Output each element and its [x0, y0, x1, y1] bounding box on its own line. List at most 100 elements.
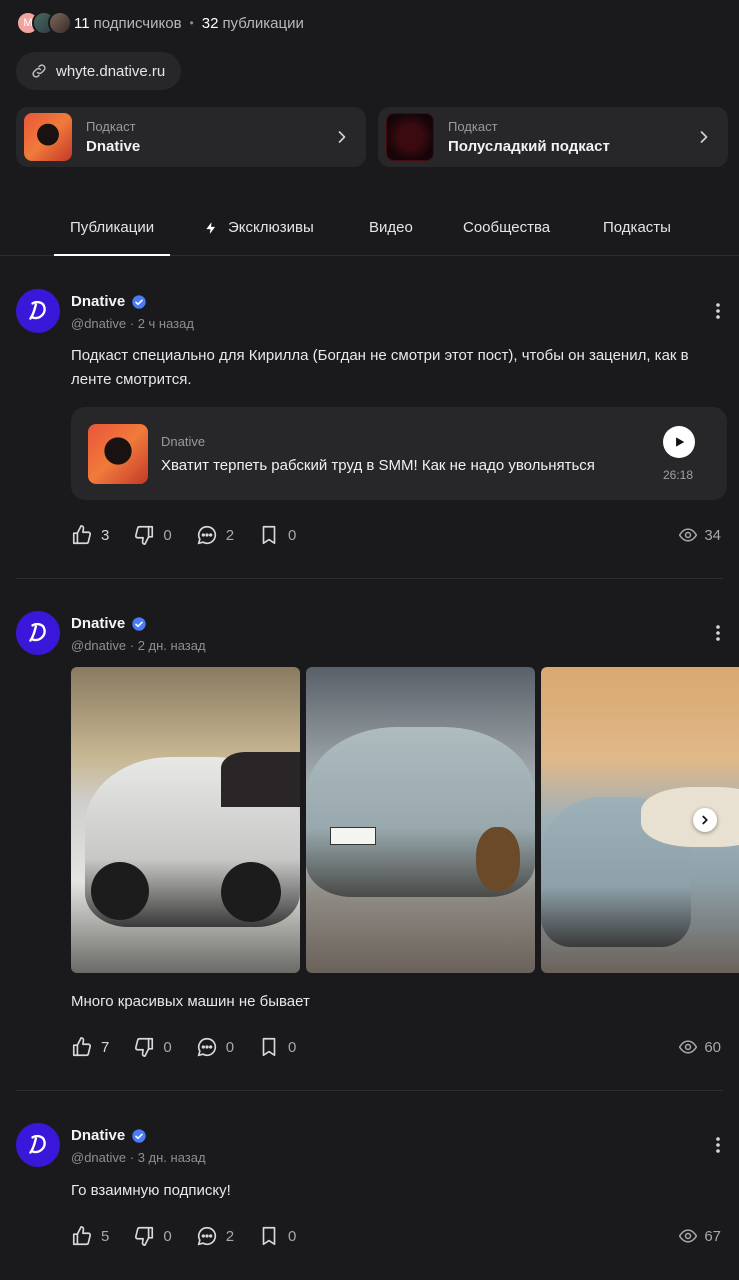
dislike-count: 0	[163, 1038, 172, 1056]
post-text: Подкаст специально для Кирилла (Богдан н…	[71, 347, 689, 388]
bookmark-count: 0	[288, 1227, 297, 1245]
eye-icon	[679, 1040, 698, 1054]
post-meta: @dnative · 3 дн. назад	[71, 1150, 206, 1165]
comment-icon	[197, 525, 216, 545]
post-author-name: Dnative	[71, 293, 126, 310]
post-author[interactable]: Dnative	[71, 293, 147, 310]
thumbs-down-icon	[135, 1226, 154, 1246]
post-author[interactable]: Dnative	[71, 1127, 147, 1144]
chevron-right-icon	[700, 131, 708, 143]
podcast-title: Полусладкий подкаст	[448, 138, 610, 155]
bookmark-button[interactable]: 0	[258, 1225, 296, 1247]
comment-button[interactable]: 2	[196, 1225, 234, 1247]
chevron-right-icon	[702, 815, 708, 825]
avatar[interactable]	[16, 611, 60, 655]
podcast-episode-card[interactable]: Dnative Хватит терпеть рабский труд в SM…	[71, 407, 727, 500]
dnative-logo-icon	[29, 622, 46, 642]
more-options-icon[interactable]	[715, 623, 721, 643]
post-time: 2 дн. назад	[137, 638, 206, 653]
gallery-next-button[interactable]	[693, 808, 717, 832]
thumbs-up-icon	[72, 525, 92, 545]
comment-icon	[197, 1037, 216, 1057]
post-actions: 3 0 2 0 34	[71, 523, 721, 547]
comment-count: 0	[225, 1038, 235, 1056]
avatar[interactable]	[16, 289, 60, 333]
link-icon	[32, 64, 46, 78]
tab-podcasts[interactable]: Подкасты	[603, 206, 671, 256]
followers-label[interactable]: подписчиков	[94, 15, 182, 32]
view-count: 34	[678, 525, 721, 545]
tab-publications[interactable]: Публикации	[53, 206, 171, 256]
gallery-image[interactable]	[306, 667, 535, 973]
posts-count: 32	[201, 14, 219, 32]
view-count-value: 60	[704, 1038, 721, 1056]
followers-count[interactable]: 11	[74, 15, 90, 32]
more-options-icon[interactable]	[715, 1135, 721, 1155]
post-actions: 5 0 2 0 67	[71, 1224, 721, 1248]
thumbs-down-icon	[135, 525, 154, 545]
podcast-card-polusladkiy[interactable]: Подкаст Полусладкий подкаст	[378, 107, 728, 167]
verified-icon	[132, 616, 146, 631]
bookmark-icon	[262, 525, 276, 545]
like-count: 3	[101, 526, 110, 544]
episode-title: Хватит терпеть рабский труд в SMM! Как н…	[161, 457, 595, 474]
posts-label: публикации	[222, 14, 304, 32]
play-icon	[676, 437, 685, 447]
bookmark-icon	[262, 1037, 276, 1057]
post-handle: @dnative	[71, 316, 127, 331]
dislike-button[interactable]: 0	[133, 1225, 172, 1247]
tab-video[interactable]: Видео	[369, 206, 413, 256]
post-author-name: Dnative	[71, 1127, 126, 1144]
follower-avatars[interactable]: M	[16, 11, 72, 35]
thumbs-up-icon	[72, 1226, 92, 1246]
view-count-value: 34	[704, 526, 721, 544]
post-handle: @dnative	[71, 1150, 127, 1165]
bookmark-button[interactable]: 0	[258, 524, 296, 546]
podcast-cover	[386, 113, 434, 161]
post-text: Го взаимную подписку!	[71, 1182, 231, 1199]
episode-cover	[88, 424, 148, 484]
play-button[interactable]	[663, 426, 695, 458]
bookmark-icon	[262, 1226, 276, 1246]
post-divider	[16, 1090, 723, 1091]
post-time: 3 дн. назад	[137, 1150, 206, 1165]
post-handle: @dnative	[71, 638, 127, 653]
dislike-button[interactable]: 0	[133, 1036, 172, 1058]
like-count: 7	[101, 1038, 110, 1056]
like-button[interactable]: 7	[71, 1036, 109, 1058]
more-options-icon[interactable]	[715, 301, 721, 321]
like-button[interactable]: 5	[71, 1225, 109, 1247]
podcast-cover	[24, 113, 72, 161]
tab-communities[interactable]: Сообщества	[463, 206, 550, 256]
image-gallery[interactable]	[71, 667, 739, 973]
eye-icon	[679, 528, 698, 542]
comment-button[interactable]: 0	[196, 1036, 234, 1058]
comment-count: 2	[225, 526, 235, 544]
podcast-card-dnative[interactable]: Подкаст Dnative	[16, 107, 366, 167]
post-divider	[16, 578, 723, 579]
view-count-value: 67	[704, 1227, 721, 1245]
tab-exclusives[interactable]: Эксклюзивы	[204, 206, 314, 256]
dot-separator: •	[189, 16, 194, 30]
dnative-logo-icon	[29, 300, 46, 320]
profile-link[interactable]: whyte.dnative.ru	[16, 52, 182, 90]
post-meta: @dnative · 2 ч назад	[71, 316, 194, 331]
tab-label: Эксклюзивы	[228, 219, 314, 236]
thumbs-down-icon	[135, 1037, 154, 1057]
avatar	[48, 11, 72, 35]
comment-icon	[197, 1226, 216, 1246]
bookmark-button[interactable]: 0	[258, 1036, 296, 1058]
comment-button[interactable]: 2	[196, 524, 234, 546]
profile-tabs: Публикации Эксклюзивы Видео Сообщества П…	[0, 206, 739, 256]
post-meta: @dnative · 2 дн. назад	[71, 638, 206, 653]
gallery-image[interactable]	[71, 667, 300, 973]
verified-icon	[132, 1128, 146, 1143]
tab-label: Сообщества	[463, 219, 551, 236]
like-button[interactable]: 3	[71, 524, 109, 546]
dislike-button[interactable]: 0	[133, 524, 172, 546]
podcast-title: Dnative	[86, 138, 141, 155]
bookmark-count: 0	[288, 526, 297, 544]
avatar[interactable]	[16, 1123, 60, 1167]
post-author[interactable]: Dnative	[71, 615, 147, 632]
thumbs-up-icon	[72, 1037, 92, 1057]
